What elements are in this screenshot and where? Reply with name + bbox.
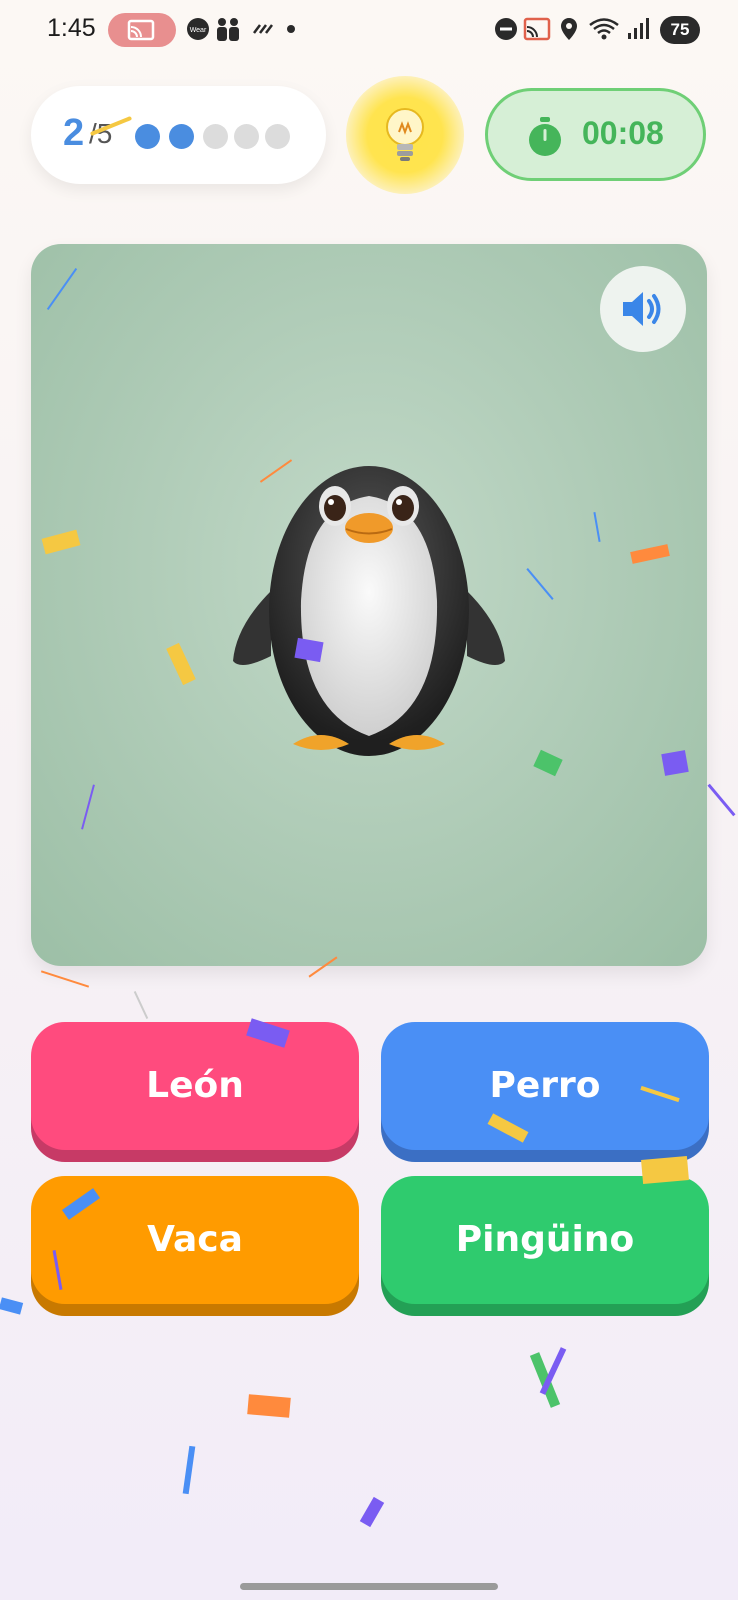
status-bar: 1:45 Wear 75 bbox=[0, 0, 738, 64]
progress-dot bbox=[203, 124, 228, 149]
sync-icon bbox=[253, 24, 273, 34]
cast-icon bbox=[523, 17, 551, 41]
confetti-piece bbox=[593, 512, 601, 542]
dot-icon bbox=[287, 25, 295, 33]
confetti-piece bbox=[630, 544, 670, 564]
answer-option-2[interactable]: Perro bbox=[381, 1022, 709, 1150]
progress-dot bbox=[234, 124, 259, 149]
confetti-piece bbox=[166, 642, 196, 686]
penguin-image bbox=[233, 466, 505, 756]
timer: 00:08 bbox=[485, 88, 706, 181]
progress-current: 2 bbox=[63, 112, 85, 154]
question-image-card bbox=[31, 244, 707, 966]
confetti-piece bbox=[359, 1496, 385, 1528]
timer-value: 00:08 bbox=[582, 115, 664, 151]
confetti-piece bbox=[40, 970, 90, 988]
progress-dot bbox=[169, 124, 194, 149]
speaker-icon bbox=[623, 292, 661, 326]
confetti-piece bbox=[526, 568, 554, 600]
progress-dot bbox=[265, 124, 290, 149]
answer-option-4[interactable]: Pingüino bbox=[381, 1176, 709, 1304]
status-time: 1:45 bbox=[47, 14, 96, 42]
confetti-piece bbox=[41, 529, 81, 555]
svg-text:Wear: Wear bbox=[190, 27, 207, 34]
lightbulb-icon bbox=[386, 108, 424, 161]
confetti-piece bbox=[0, 1297, 24, 1315]
family-icon bbox=[217, 18, 239, 41]
hint-button[interactable] bbox=[346, 76, 464, 194]
screen-cast-indicator[interactable] bbox=[108, 13, 176, 47]
confetti-piece bbox=[247, 1394, 291, 1418]
confetti-piece bbox=[641, 1156, 689, 1184]
confetti-piece bbox=[294, 637, 324, 663]
question-progress: 2 /5 bbox=[31, 86, 326, 184]
wear-os-icon: Wear bbox=[187, 18, 209, 40]
confetti-piece bbox=[533, 749, 563, 777]
stopwatch-icon bbox=[529, 117, 561, 156]
confetti-piece bbox=[133, 990, 149, 1020]
progress-dot bbox=[135, 124, 160, 149]
home-indicator[interactable] bbox=[240, 1583, 498, 1590]
answer-option-3[interactable]: Vaca bbox=[31, 1176, 359, 1304]
confetti-piece bbox=[661, 750, 689, 776]
do-not-disturb-icon bbox=[495, 18, 517, 40]
wifi-icon bbox=[589, 18, 619, 40]
confetti-piece bbox=[707, 783, 736, 817]
cast-icon bbox=[127, 19, 155, 41]
location-icon bbox=[561, 18, 577, 40]
play-sound-button[interactable] bbox=[600, 266, 686, 352]
confetti-piece bbox=[46, 267, 78, 311]
answer-option-1[interactable]: León bbox=[31, 1022, 359, 1150]
battery-icon: 75 bbox=[660, 16, 700, 44]
confetti-piece bbox=[182, 1445, 196, 1495]
confetti-piece bbox=[81, 784, 95, 830]
signal-icon bbox=[628, 18, 649, 39]
